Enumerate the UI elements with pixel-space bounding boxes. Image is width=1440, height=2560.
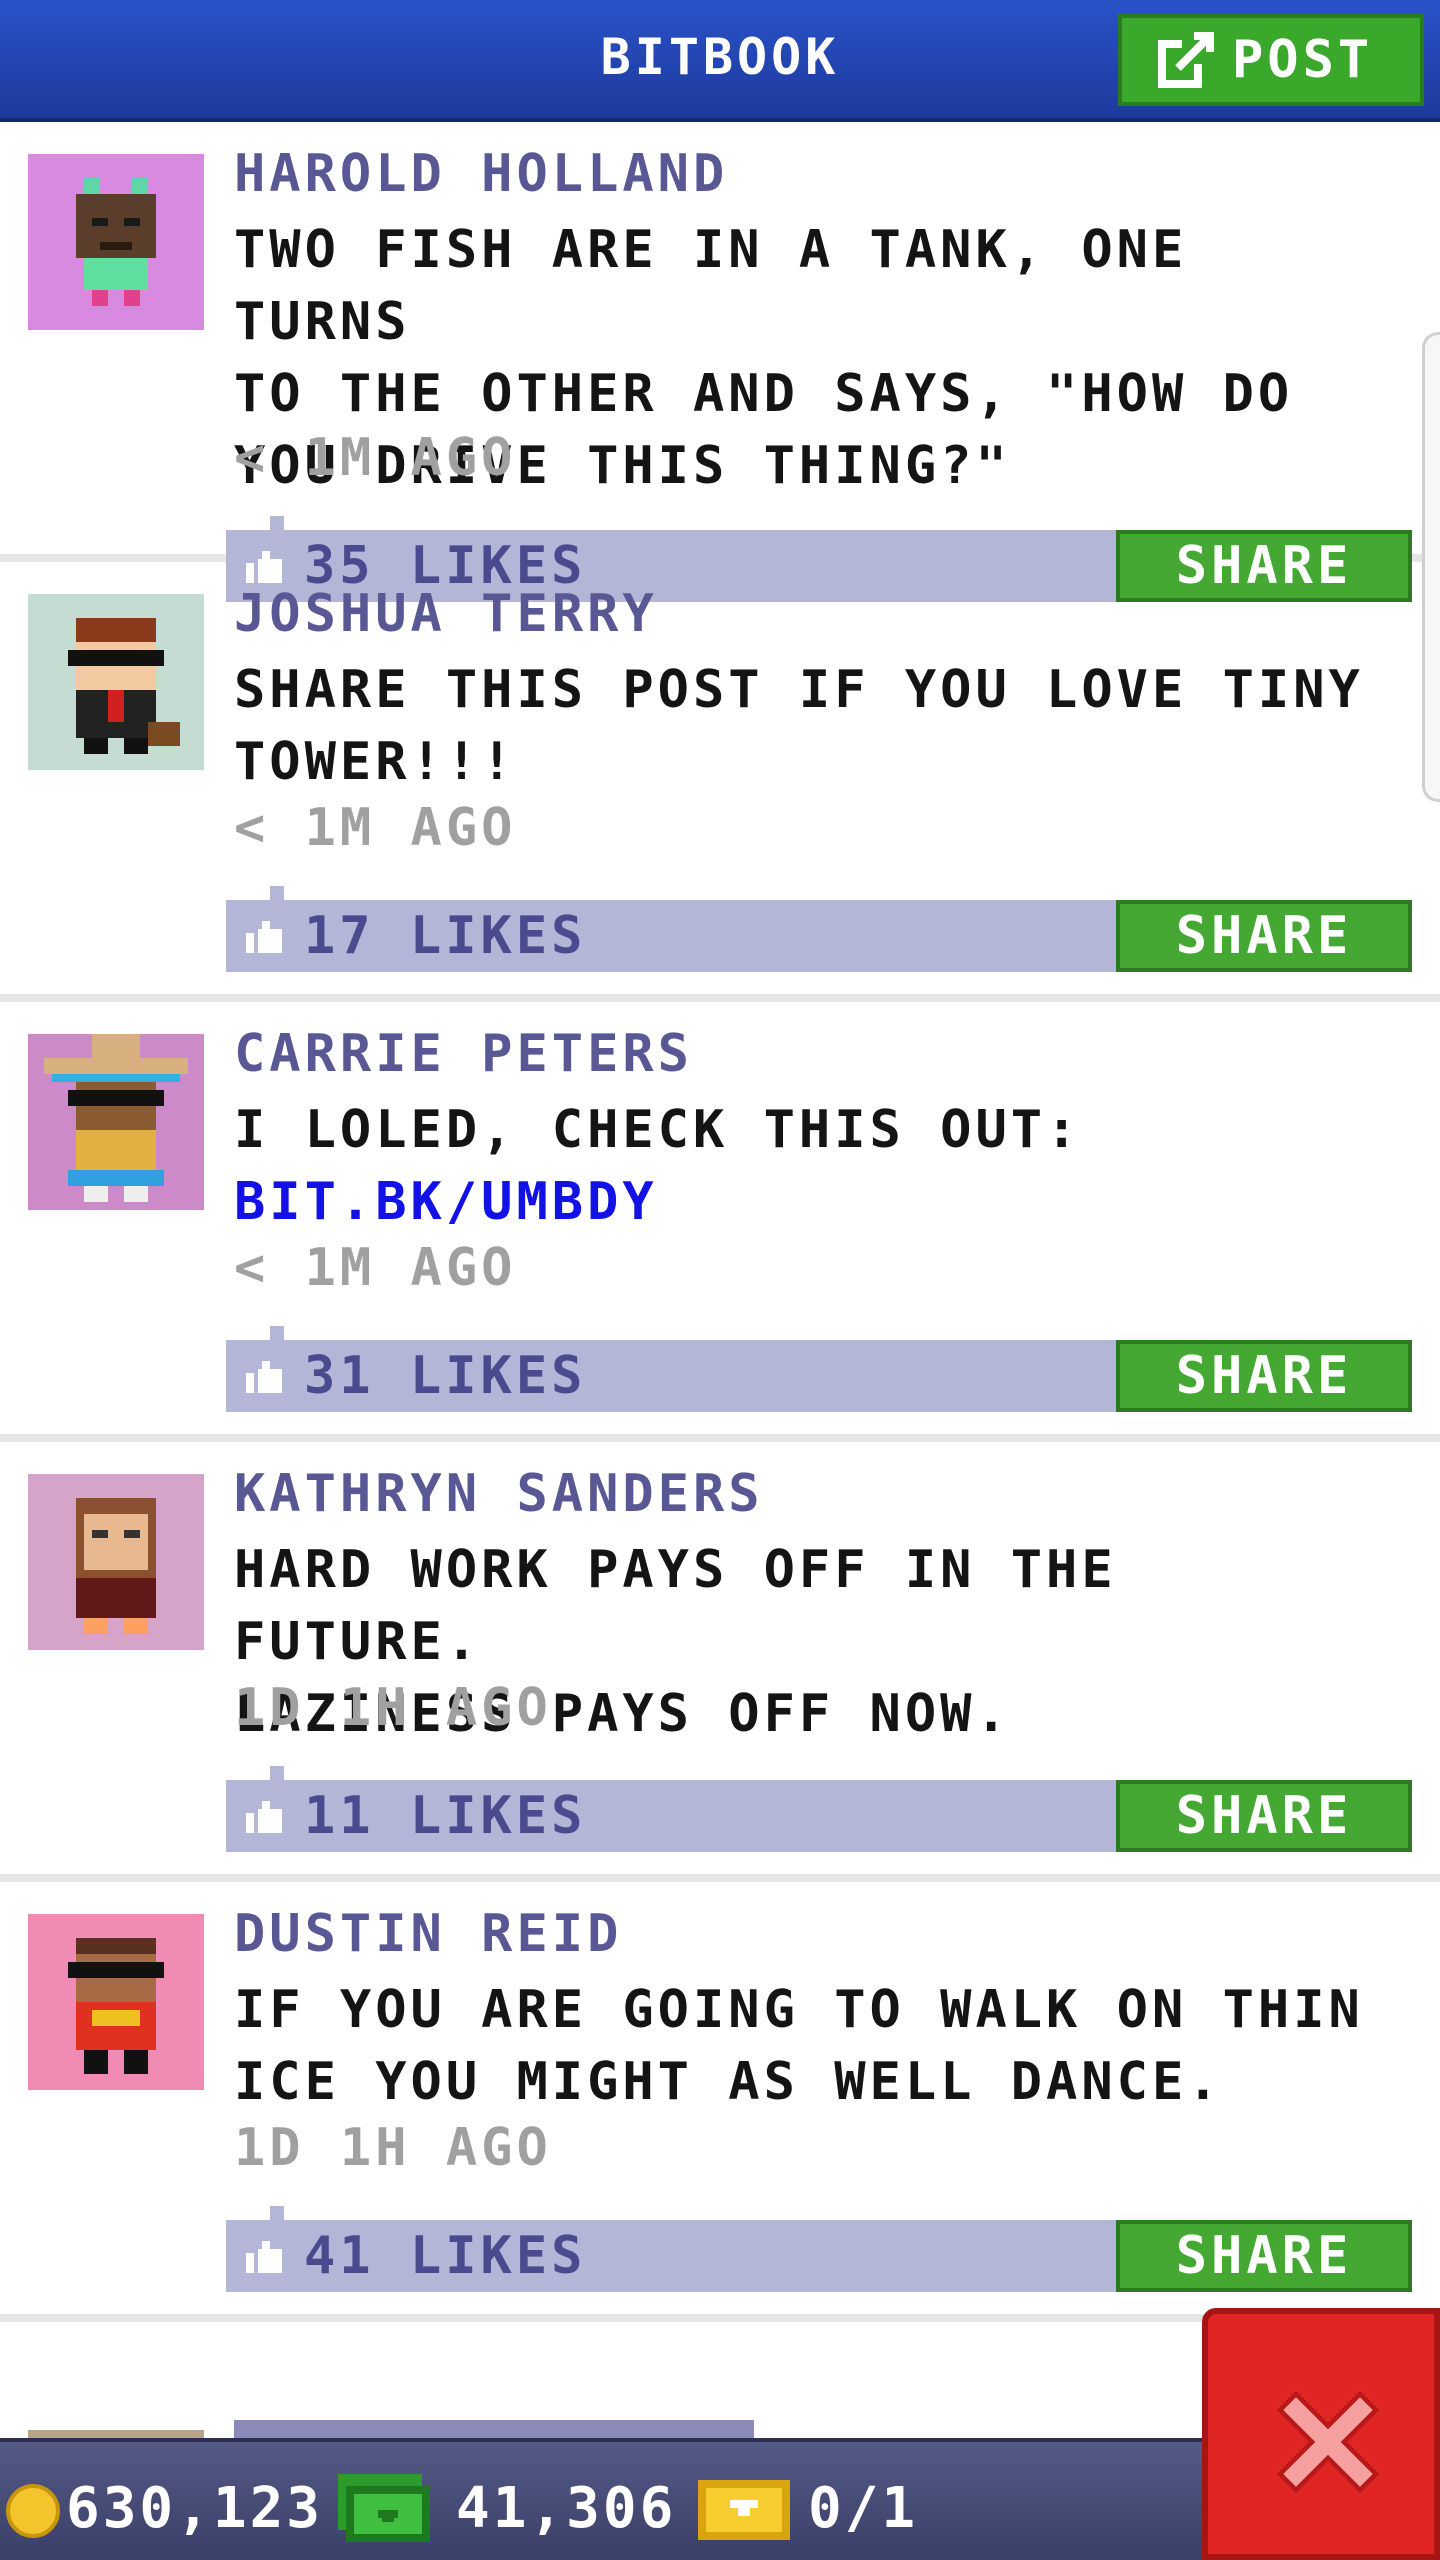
edit-icon [1158,32,1214,88]
feed-post: KATHRYN SANDERS HARD WORK PAYS OFF IN TH… [0,1442,1440,1882]
post-message-text: I LOLED, CHECK THIS OUT: [234,1100,1082,1160]
post-timestamp: < 1M AGO [234,798,517,858]
coins-count: 630,123 [66,2476,324,2541]
likes-count: 41 LIKES [304,2226,587,2286]
post-message: I LOLED, CHECK THIS OUT: BIT.BK/UMBDY [234,1094,1394,1238]
app-header: BITBOOK POST [0,0,1440,122]
post-author [234,2420,754,2440]
thumbs-up-icon [246,2241,282,2273]
tickets-count: 0/1 [808,2476,919,2541]
feed-post: JOSHUA TERRY SHARE THIS POST IF YOU LOVE… [0,562,1440,1002]
avatar [28,1034,204,1210]
post-author[interactable]: HAROLD HOLLAND [234,144,728,204]
post-author[interactable]: CARRIE PETERS [234,1024,693,1084]
feed-post: HAROLD HOLLAND TWO FISH ARE IN A TANK, O… [0,122,1440,602]
avatar [28,594,204,770]
post-message: SHARE THIS POST IF YOU LOVE TINY TOWER!!… [234,660,1364,792]
post-timestamp: < 1M AGO [234,1238,517,1298]
thumbs-up-icon [246,921,282,953]
likes-bar: 11 LIKES SHARE [226,1766,1412,1852]
post-author[interactable]: JOSHUA TERRY [234,584,658,644]
likes-count: 17 LIKES [304,906,587,966]
thumbs-up-icon [246,1361,282,1393]
post-timestamp: 1D 1H AGO [234,2118,552,2178]
likes-bar: 41 LIKES SHARE [226,2206,1412,2292]
post-message: IF YOU ARE GOING TO WALK ON THIN ICE YOU… [234,1980,1364,2112]
likes-bar: 31 LIKES SHARE [226,1326,1412,1412]
likes-count: 11 LIKES [304,1786,587,1846]
scroll-indicator[interactable] [1422,332,1440,802]
avatar [28,154,204,330]
close-button[interactable] [1202,2308,1440,2560]
thumbs-up-icon [246,1801,282,1833]
post-button[interactable]: POST [1118,14,1424,106]
post-link[interactable]: BIT.BK/UMBDY [234,1172,658,1232]
post-author[interactable]: DUSTIN REID [234,1904,622,1964]
avatar [28,1474,204,1650]
post-timestamp: < 1M AGO [234,428,517,488]
post-button-label: POST [1232,30,1374,90]
avatar [28,1914,204,2090]
share-button[interactable]: SHARE [1116,1340,1412,1412]
bitbook-feed[interactable]: HAROLD HOLLAND TWO FISH ARE IN A TANK, O… [0,122,1440,2322]
coin-icon [6,2484,60,2538]
likes-bar: 17 LIKES SHARE [226,886,1412,972]
share-button[interactable]: SHARE [1116,2220,1412,2292]
close-icon [1276,2390,1380,2494]
post-author[interactable]: KATHRYN SANDERS [234,1464,764,1524]
bux-icon [338,2474,430,2542]
share-button[interactable]: SHARE [1116,1780,1412,1852]
post-timestamp: 1D 1H AGO [234,1678,552,1738]
feed-post: CARRIE PETERS I LOLED, CHECK THIS OUT: B… [0,1002,1440,1442]
ticket-icon [698,2480,790,2540]
likes-count: 31 LIKES [304,1346,587,1406]
share-button[interactable]: SHARE [1116,900,1412,972]
feed-post: DUSTIN REID IF YOU ARE GOING TO WALK ON … [0,1882,1440,2322]
bux-count: 41,306 [456,2476,677,2541]
